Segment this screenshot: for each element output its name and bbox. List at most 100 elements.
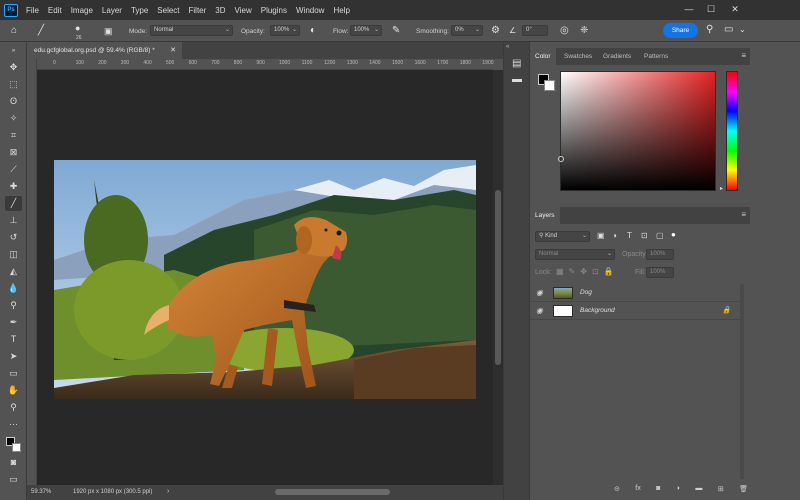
- gear-icon[interactable]: ⚙: [491, 26, 500, 36]
- hand-tool-icon[interactable]: ✋: [5, 383, 22, 398]
- menu-file[interactable]: File: [26, 6, 39, 15]
- menu-select[interactable]: Select: [157, 6, 179, 15]
- opacity-field[interactable]: 100% ⌄: [270, 25, 300, 36]
- menu-3d[interactable]: 3D: [215, 6, 225, 15]
- paint-bucket-tool-icon[interactable]: ◭: [5, 264, 22, 279]
- filter-pixel-icon[interactable]: ▣: [597, 231, 605, 240]
- vertical-scroll-thumb[interactable]: [495, 190, 501, 365]
- filter-smart-object-icon[interactable]: ▢: [656, 231, 664, 240]
- status-chevron-icon[interactable]: ›: [167, 488, 169, 495]
- smoothing-field[interactable]: 0% ⌄: [451, 25, 483, 36]
- menu-edit[interactable]: Edit: [48, 6, 62, 15]
- collapse-icon[interactable]: «: [506, 44, 509, 50]
- add-mask-icon[interactable]: ◙: [656, 485, 660, 497]
- brush-tool-icon[interactable]: ╱: [38, 26, 44, 36]
- clone-stamp-tool-icon[interactable]: ⊥: [5, 213, 22, 228]
- document-image[interactable]: [54, 160, 476, 399]
- brush-settings-icon[interactable]: ▣: [104, 26, 113, 36]
- layer-opacity-field[interactable]: 100%: [646, 249, 674, 260]
- zoom-tool-icon[interactable]: ⚲: [5, 400, 22, 415]
- frame-tool-icon[interactable]: ⊠: [5, 145, 22, 160]
- layer-style-icon[interactable]: fx: [635, 485, 640, 497]
- path-selection-tool-icon[interactable]: ➤: [5, 349, 22, 364]
- new-group-icon[interactable]: ▬: [695, 485, 702, 497]
- layers-scrollbar[interactable]: [740, 284, 744, 479]
- crop-tool-icon[interactable]: ⌗: [5, 128, 22, 143]
- close-icon[interactable]: ✕: [170, 42, 176, 59]
- panel-menu-icon[interactable]: ≡: [741, 210, 746, 219]
- adjustment-layer-icon[interactable]: ◑: [676, 485, 680, 497]
- home-icon[interactable]: ⌂: [11, 26, 17, 36]
- healing-brush-tool-icon[interactable]: ✚: [5, 179, 22, 194]
- lock-icons[interactable]: ▦✎✥⊡🔒: [556, 267, 619, 276]
- symmetry-icon[interactable]: ❈: [580, 26, 588, 36]
- history-brush-tool-icon[interactable]: ↺: [5, 230, 22, 245]
- menu-filter[interactable]: Filter: [189, 6, 207, 15]
- mode-select[interactable]: Normal ⌄: [150, 25, 233, 36]
- horizontal-scroll-thumb[interactable]: [275, 489, 390, 495]
- pen-tool-icon[interactable]: ✒: [5, 315, 22, 330]
- zoom-level[interactable]: 59.37%: [31, 489, 51, 495]
- move-tool-icon[interactable]: ✥: [5, 60, 22, 75]
- tab-color[interactable]: Color: [530, 48, 556, 65]
- new-layer-icon[interactable]: ⊞: [718, 485, 724, 497]
- filter-adjustment-icon[interactable]: ◑: [612, 231, 617, 240]
- share-button[interactable]: Share: [663, 23, 698, 38]
- menu-view[interactable]: View: [235, 6, 252, 15]
- minimize-icon[interactable]: —: [681, 2, 697, 16]
- maximize-icon[interactable]: ☐: [703, 2, 719, 16]
- edit-toolbar-icon[interactable]: ···: [5, 417, 22, 432]
- tab-swatches[interactable]: Swatches: [559, 48, 597, 65]
- search-icon[interactable]: ⚲: [706, 25, 713, 35]
- marquee-tool-icon[interactable]: ⬚: [5, 77, 22, 92]
- document-tab[interactable]: edu.gcfglobal.org.psd @ 59.4% (RGB/8) * …: [27, 42, 182, 59]
- link-layers-icon[interactable]: ⊝: [614, 485, 620, 497]
- comments-panel-icon[interactable]: ▬: [512, 74, 522, 85]
- chevron-down-icon[interactable]: ⌄: [739, 25, 746, 35]
- menu-window[interactable]: Window: [296, 6, 324, 15]
- color-picker-cursor[interactable]: [558, 156, 564, 162]
- menu-layer[interactable]: Layer: [102, 6, 122, 15]
- pressure-size-icon[interactable]: ◎: [560, 26, 569, 36]
- brush-tool-icon[interactable]: ╱: [5, 196, 22, 211]
- menu-plugins[interactable]: Plugins: [261, 6, 287, 15]
- filter-toggle-icon[interactable]: ●: [671, 230, 676, 239]
- blur-tool-icon[interactable]: 💧: [5, 281, 22, 296]
- filter-shape-icon[interactable]: ⊡: [641, 231, 648, 240]
- airbrush-icon[interactable]: ✎: [392, 26, 400, 36]
- hue-slider[interactable]: [726, 71, 738, 191]
- lasso-tool-icon[interactable]: ʘ: [5, 94, 22, 109]
- color-field[interactable]: [558, 71, 716, 191]
- layer-filter-select[interactable]: ⚲ Kind ⌄: [535, 231, 590, 242]
- fill-field[interactable]: 100%: [646, 267, 674, 278]
- eyedropper-tool-icon[interactable]: ⟋: [5, 162, 22, 177]
- rectangle-tool-icon[interactable]: ▭: [5, 366, 22, 381]
- menu-help[interactable]: Help: [333, 6, 349, 15]
- layer-row-background[interactable]: ◉ Background 🔒: [530, 302, 742, 320]
- layer-name[interactable]: Dog: [580, 284, 592, 302]
- workspace-icon[interactable]: ▭: [724, 25, 733, 35]
- angle-field[interactable]: 0°: [522, 25, 548, 36]
- flow-field[interactable]: 100% ⌄: [350, 25, 382, 36]
- menu-image[interactable]: Image: [71, 6, 93, 15]
- lock-icon[interactable]: 🔒: [722, 306, 731, 314]
- blend-mode-select[interactable]: Normal ⌄: [535, 249, 615, 260]
- dodge-tool-icon[interactable]: ⚲: [5, 298, 22, 313]
- eraser-tool-icon[interactable]: ◫: [5, 247, 22, 262]
- screen-mode-icon[interactable]: ▭: [5, 472, 22, 487]
- layer-row-dog[interactable]: ◉ Dog: [530, 284, 742, 302]
- background-color-swatch[interactable]: [544, 80, 555, 91]
- filter-type-icon[interactable]: T: [627, 231, 632, 240]
- tab-patterns[interactable]: Patterns: [639, 48, 673, 65]
- tab-gradients[interactable]: Gradients: [598, 48, 636, 65]
- menu-type[interactable]: Type: [131, 6, 148, 15]
- eye-icon[interactable]: ◉: [536, 306, 543, 315]
- tab-layers[interactable]: Layers: [530, 207, 560, 224]
- close-icon[interactable]: ✕: [727, 2, 743, 16]
- hue-slider-handle[interactable]: ▸: [720, 185, 723, 192]
- eye-icon[interactable]: ◉: [536, 288, 543, 297]
- quick-select-tool-icon[interactable]: ✧: [5, 111, 22, 126]
- pressure-opacity-icon[interactable]: ◐: [310, 26, 316, 36]
- panel-menu-icon[interactable]: ≡: [741, 51, 746, 60]
- type-tool-icon[interactable]: T: [5, 332, 22, 347]
